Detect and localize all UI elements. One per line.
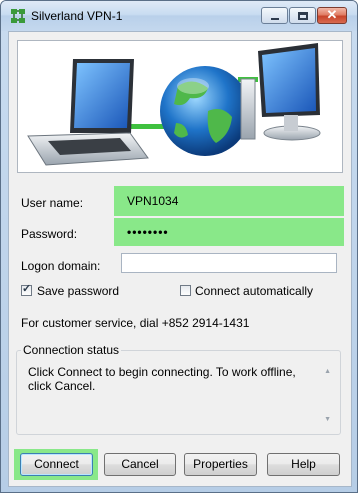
window-title: Silverland VPN-1 [31, 9, 123, 23]
save-password-checkbox[interactable]: ✓ [21, 283, 32, 296]
checkmark-icon: ✓ [22, 283, 32, 295]
help-button[interactable]: Help [267, 453, 340, 476]
connect-automatically-checkbox[interactable] [180, 285, 191, 296]
dialog-body: User name: VPN1034 Password: •••••••• Lo… [8, 31, 352, 487]
save-password-label[interactable]: Save password [37, 284, 119, 298]
properties-button[interactable]: Properties [184, 453, 257, 476]
maximize-button[interactable] [289, 7, 316, 24]
network-connection-icon [11, 9, 25, 23]
minimize-button[interactable] [261, 7, 288, 24]
close-icon: ✕ [326, 7, 338, 22]
connection-status-title: Connection status [21, 343, 122, 357]
connection-status-group: Connection status Click Connect to begin… [16, 343, 341, 435]
title-bar[interactable]: Silverland VPN-1 ✕ [1, 1, 357, 31]
logon-domain-label: Logon domain: [21, 259, 101, 273]
username-label: User name: [21, 196, 84, 210]
vpn-dialog-window: Silverland VPN-1 ✕ User name: VPN1034 Pa… [0, 0, 358, 493]
connect-button[interactable]: Connect [20, 453, 93, 476]
password-label: Password: [21, 227, 78, 241]
customer-service-text: For customer service, dial +852 2914-143… [21, 316, 250, 330]
close-button[interactable]: ✕ [317, 7, 347, 24]
username-field[interactable]: VPN1034 [121, 191, 337, 211]
vpn-banner-image [17, 40, 343, 173]
connection-status-message: Click Connect to begin connecting. To wo… [28, 365, 296, 393]
password-field[interactable]: •••••••• [121, 222, 337, 242]
scroll-down-arrow-icon[interactable]: ▼ [324, 416, 331, 423]
network-illustration-icon [27, 43, 321, 166]
cancel-button[interactable]: Cancel [104, 453, 176, 476]
logon-domain-field[interactable] [121, 253, 337, 273]
connect-automatically-label[interactable]: Connect automatically [195, 284, 313, 298]
scroll-up-arrow-icon[interactable]: ▲ [324, 368, 331, 375]
